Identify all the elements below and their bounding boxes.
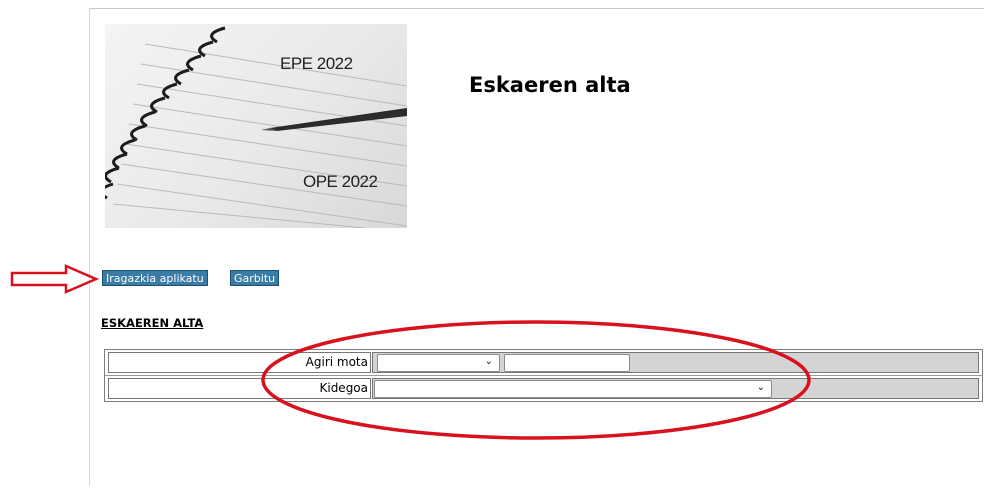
banner-text-epe: EPE 2022 xyxy=(280,54,353,73)
apply-filter-button[interactable]: Iragazkia aplikatu xyxy=(102,270,208,286)
section-title: ESKAEREN ALTA xyxy=(101,316,204,330)
header-banner-image: EPE 2022 OPE 2022 xyxy=(105,24,407,228)
clear-button[interactable]: Garbitu xyxy=(230,270,280,286)
top-divider xyxy=(90,8,984,9)
red-arrow-annotation xyxy=(10,264,100,294)
left-divider xyxy=(89,8,90,486)
notebook-illustration xyxy=(105,26,407,228)
banner-text-ope: OPE 2022 xyxy=(303,172,378,191)
red-ellipse-annotation xyxy=(261,320,811,440)
page-title: Eskaeren alta xyxy=(469,73,631,97)
